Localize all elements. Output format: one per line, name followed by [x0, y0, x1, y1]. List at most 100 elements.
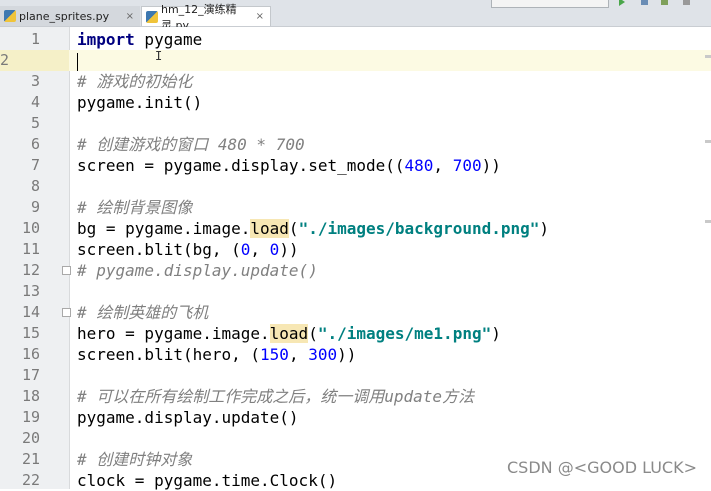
code-line[interactable]: 19 pygame.display.update() [0, 407, 711, 428]
code-token: bg = pygame.image. [77, 219, 251, 238]
line-number: 10 [21, 219, 40, 237]
code-text: screen = pygame.display.set_mode((480, 7… [77, 155, 501, 176]
code-text: hero = pygame.image.load("./images/me1.p… [77, 323, 501, 344]
code-token: "./images/me1.png" [317, 324, 492, 343]
code-text: # 绘制背景图像 [77, 197, 192, 218]
text-cursor [77, 52, 78, 71]
python-file-icon [4, 10, 16, 22]
line-number: 5 [30, 114, 40, 132]
run-toolbar [491, 0, 711, 8]
code-token: 0 [269, 240, 280, 259]
code-token: screen.blit(hero, ( [77, 345, 261, 364]
code-text: # 创建时钟对象 [77, 449, 192, 470]
code-token: "./images/background.png" [298, 219, 540, 238]
code-line[interactable]: 14 # 绘制英雄的飞机 [0, 302, 711, 323]
code-line[interactable]: 8 [0, 176, 711, 197]
code-token: # pygame.display.update() [77, 261, 318, 280]
code-token: )) [481, 156, 501, 175]
mouse-ibeam-cursor: I [155, 49, 163, 63]
fold-marker-icon[interactable] [62, 266, 71, 275]
code-line[interactable]: 4 pygame.init() [0, 92, 711, 113]
code-token: screen.blit(bg, ( [77, 240, 241, 259]
code-line[interactable]: 1 import pygame [0, 29, 711, 50]
code-line[interactable]: 20 [0, 428, 711, 449]
code-text: # 游戏的初始化 [77, 71, 192, 92]
scrollbar-marker[interactable] [705, 140, 711, 143]
line-number: 19 [21, 408, 40, 426]
tab-label: plane_sprites.py [19, 9, 110, 23]
code-line[interactable]: 16 screen.blit(hero, (150, 300)) [0, 344, 711, 365]
code-token: 150 [260, 345, 289, 364]
fold-marker-icon[interactable] [62, 308, 71, 317]
code-text: clock = pygame.time.Clock() [77, 470, 337, 491]
coverage-icon[interactable] [661, 0, 668, 5]
line-number: 6 [30, 135, 40, 153]
debug-icon[interactable] [641, 0, 648, 5]
line-number: 18 [21, 387, 40, 405]
tab-hm-12[interactable]: hm_12_演练精灵.py × [141, 3, 271, 32]
line-number: 14 [21, 303, 40, 321]
code-line[interactable]: 11 screen.blit(bg, (0, 0)) [0, 239, 711, 260]
tab-plane-sprites[interactable]: plane_sprites.py × [0, 6, 140, 26]
code-token: ) [491, 324, 501, 343]
line-number: 4 [30, 93, 40, 111]
close-icon[interactable]: × [122, 11, 134, 22]
code-text: # 可以在所有绘制工作完成之后，统一调用update方法 [77, 386, 474, 407]
stop-icon[interactable] [683, 0, 690, 5]
code-token: # 创建游戏的窗口 480 * 700 [77, 135, 305, 154]
code-line[interactable]: 17 [0, 365, 711, 386]
code-line[interactable]: 10 bg = pygame.image.load("./images/backg… [0, 218, 711, 239]
line-number: 11 [21, 240, 40, 258]
code-token: ) [539, 219, 550, 238]
code-text: screen.blit(hero, (150, 300)) [77, 344, 356, 365]
code-token: load [250, 219, 289, 238]
line-number: 12 [21, 261, 40, 279]
line-number: 22 [21, 471, 40, 489]
code-line[interactable]: 9 # 绘制背景图像 [0, 197, 711, 218]
python-file-icon [146, 10, 158, 23]
code-text [77, 50, 78, 71]
code-line[interactable]: 13 [0, 281, 711, 302]
line-number: 8 [30, 177, 40, 195]
code-line[interactable]: 7 screen = pygame.display.set_mode((480, … [0, 155, 711, 176]
code-line[interactable]: 5 [0, 113, 711, 134]
code-token: , [250, 240, 270, 259]
code-line[interactable]: 15 hero = pygame.image.load("./images/me1… [0, 323, 711, 344]
code-text: screen.blit(bg, (0, 0)) [77, 239, 299, 260]
code-line[interactable]: 6 # 创建游戏的窗口 480 * 700 [0, 134, 711, 155]
code-token: load [269, 324, 309, 343]
code-text: # 绘制英雄的飞机 [77, 302, 208, 323]
scrollbar-marker[interactable] [705, 55, 711, 58]
scrollbar-marker[interactable] [705, 220, 711, 223]
code-token: ( [288, 219, 299, 238]
close-icon[interactable]: × [252, 11, 264, 22]
code-line[interactable]: 3 # 游戏的初始化 [0, 71, 711, 92]
code-token: 700 [452, 156, 482, 175]
code-token: pygame.init() [77, 93, 203, 112]
line-number: 1 [30, 30, 40, 48]
code-text: pygame.init() [77, 92, 202, 113]
code-token: # 创建时钟对象 [77, 450, 193, 469]
code-token: pygame [134, 30, 203, 49]
run-icon[interactable] [619, 0, 625, 6]
code-token: hero = pygame.image. [77, 324, 270, 343]
line-number: 20 [21, 429, 40, 447]
line-number: 16 [21, 345, 40, 363]
editor-tab-bar: plane_sprites.py × hm_12_演练精灵.py × [0, 0, 711, 32]
code-token: , [433, 156, 453, 175]
code-line[interactable]: 2 [0, 50, 711, 71]
code-token: ( [308, 324, 318, 343]
code-line[interactable]: 18 # 可以在所有绘制工作完成之后，统一调用update方法 [0, 386, 711, 407]
code-token: )) [279, 240, 299, 259]
line-number: 3 [30, 72, 40, 90]
line-number: 9 [30, 198, 40, 216]
code-line[interactable]: 12 # pygame.display.update() [0, 260, 711, 281]
code-token: 0 [240, 240, 251, 259]
run-config-selector[interactable] [491, 0, 609, 8]
code-text: pygame.display.update() [77, 407, 299, 428]
code-text: bg = pygame.image.load("./images/backgro… [77, 218, 549, 239]
code-text: import pygame [77, 29, 202, 50]
code-text: # 创建游戏的窗口 480 * 700 [77, 134, 305, 155]
code-token: 480 [404, 156, 434, 175]
code-token: clock = pygame.time.Clock() [77, 471, 338, 490]
